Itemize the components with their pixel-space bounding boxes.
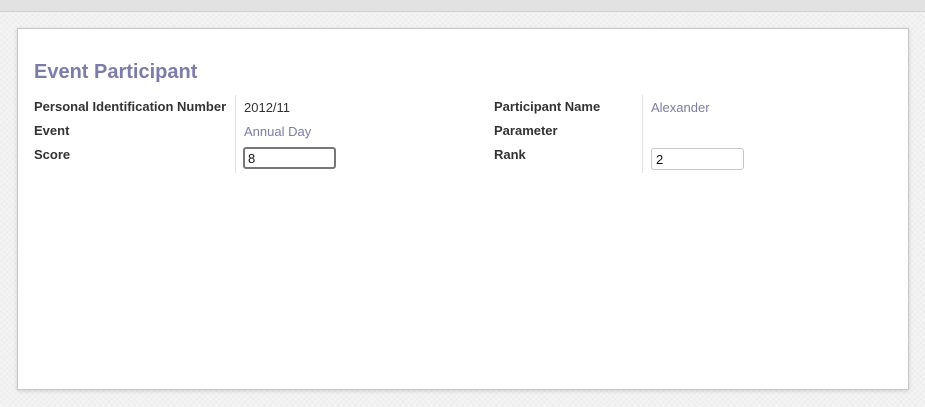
participant-name-label: Participant Name: [494, 99, 601, 114]
left-divider: [235, 95, 236, 173]
rank-label: Rank: [494, 147, 526, 162]
form-group-right: Participant Name Alexander Parameter Ran…: [494, 95, 894, 173]
right-divider: [642, 95, 643, 173]
top-bar: [0, 0, 925, 12]
form-group-left: Personal Identification Number 2012/11 E…: [34, 95, 474, 173]
page-title: Event Participant: [34, 61, 198, 83]
score-label: Score: [34, 147, 71, 162]
pin-label: Personal Identification Number: [34, 99, 227, 114]
score-input[interactable]: [243, 147, 336, 169]
event-link[interactable]: Annual Day: [244, 124, 311, 140]
participant-name-link[interactable]: Alexander: [651, 100, 710, 116]
rank-input[interactable]: [651, 148, 744, 170]
event-label: Event: [34, 123, 70, 138]
pin-value: 2012/11: [244, 100, 291, 115]
form-sheet: Event Participant Personal Identificatio…: [17, 28, 909, 390]
parameter-label: Parameter: [494, 123, 558, 138]
